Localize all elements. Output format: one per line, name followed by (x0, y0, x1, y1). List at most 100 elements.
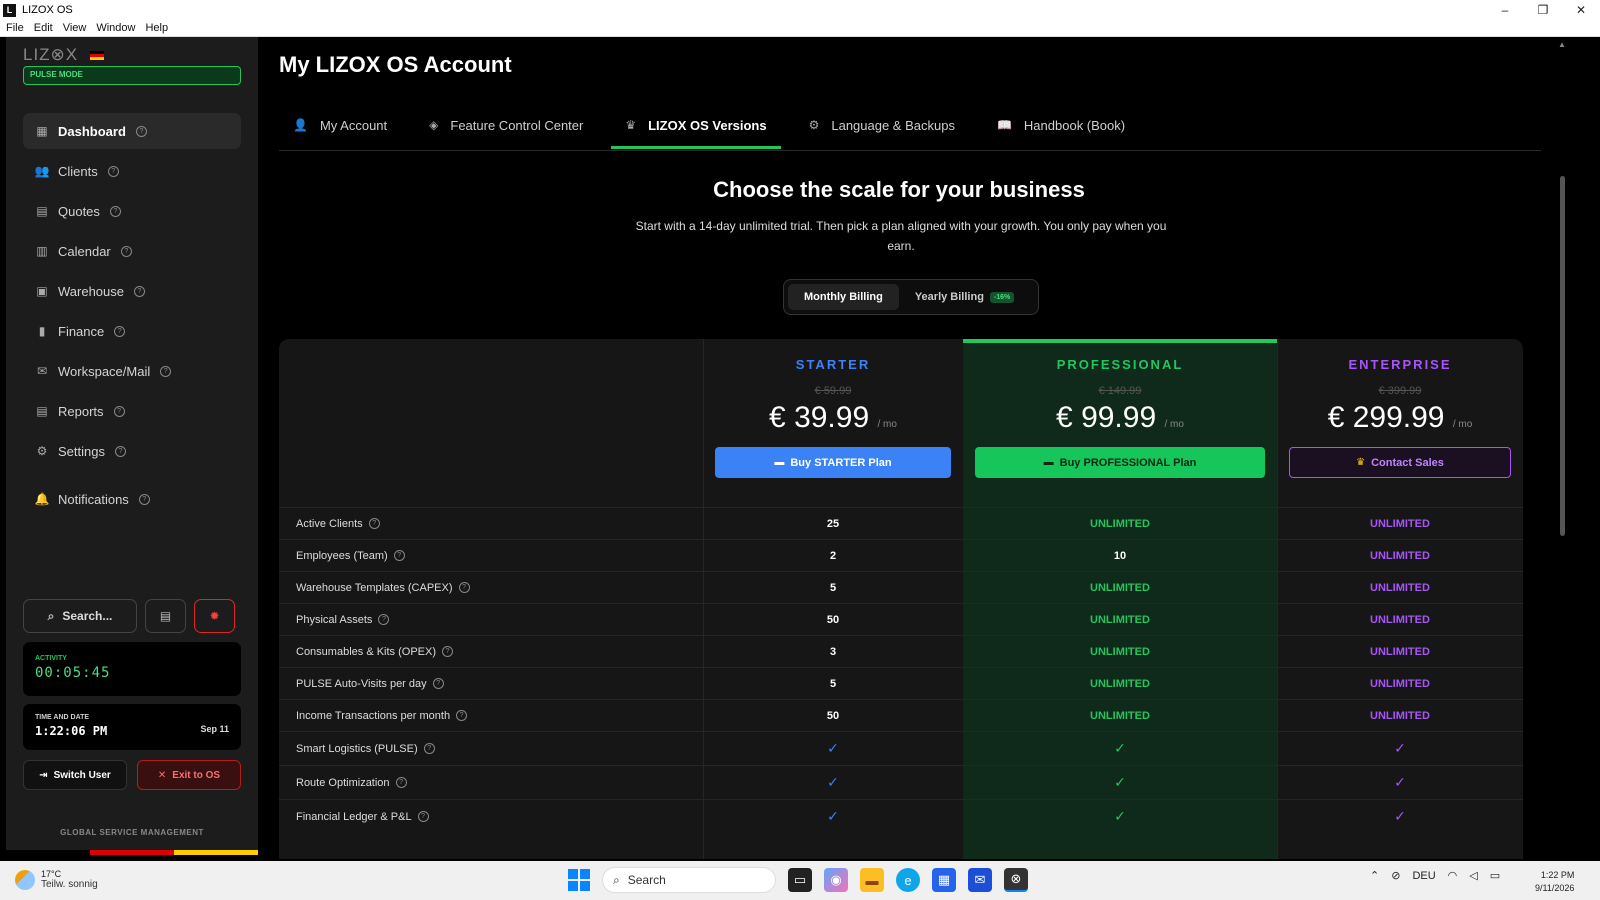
switch-user-button[interactable]: ⇥ Switch User (23, 760, 127, 790)
account-tabs: 👤 My Account ◈ Feature Control Center ♛ LIZOX… (279, 99, 1541, 151)
current-date: Sep 11 (200, 724, 229, 734)
network-off-icon[interactable]: ⊘ (1391, 869, 1400, 882)
help-icon[interactable]: ? (456, 710, 468, 721)
sidebar-item-settings[interactable]: ⚙ Settings? (23, 433, 241, 469)
sidebar-item-finance[interactable]: ▮ Finance? (23, 313, 241, 349)
battery-icon[interactable]: ▭ (1490, 869, 1500, 882)
chevron-up-icon[interactable]: ⌃ (1370, 869, 1379, 882)
help-icon[interactable]: ? (135, 125, 147, 137)
sidebar-item-reports[interactable]: ▤ Reports? (23, 393, 241, 429)
tab-language-backups[interactable]: ⚙ Language & Backups (795, 99, 969, 151)
grid-icon: ▦ (36, 124, 48, 138)
help-icon[interactable]: ? (138, 493, 150, 505)
sidebar-item-quotes[interactable]: ▤ Quotes? (23, 193, 241, 229)
file-explorer-icon[interactable]: ▬ (860, 868, 884, 892)
help-icon[interactable]: ? (113, 405, 125, 417)
scrollbar-thumb[interactable] (1560, 176, 1565, 536)
tab-lizox-os-versions[interactable]: ♛ LIZOX OS Versions (611, 99, 781, 151)
feature-value: 50 (826, 709, 840, 722)
table-row: Warehouse Templates (CAPEX)? 5 UNLIMITED UN… (279, 571, 1523, 603)
sidebar-item-notifications[interactable]: 🔔 Notifications? (23, 481, 241, 517)
table-row: Active Clients? 25 UNLIMITED UNLIMITED (279, 507, 1523, 539)
table-row: Financial Ledger & P&L? ✓ ✓ ✓ (279, 799, 1523, 833)
table-row: Consumables & Kits (OPEX)? 3 UNLIMITED UNLI… (279, 635, 1523, 667)
help-icon[interactable]: ? (114, 325, 126, 337)
german-flag-icon[interactable] (90, 50, 105, 60)
copilot-icon[interactable]: ◉ (824, 868, 848, 892)
taskbar-search[interactable]: ⌕ Search (602, 867, 776, 893)
close-icon[interactable]: ✕ (1562, 3, 1600, 17)
help-icon[interactable]: ? (417, 811, 429, 822)
help-icon[interactable]: ? (395, 777, 407, 788)
feature-name: Active Clients? (296, 518, 380, 530)
buy-starter-button[interactable]: ▬ Buy STARTER Plan (715, 447, 951, 478)
sidebar-item-warehouse[interactable]: ▣ Warehouse? (23, 273, 241, 309)
volume-icon[interactable]: ◁ (1469, 869, 1477, 882)
price-value: € 299.99 (1327, 401, 1445, 434)
menu-file[interactable]: File (6, 22, 24, 34)
maximize-icon[interactable]: ❐ (1524, 3, 1562, 17)
wifi-icon[interactable]: ◠ (1448, 869, 1458, 882)
feature-value: 2 (829, 549, 837, 562)
document-button[interactable]: ▤ (145, 599, 186, 633)
store-icon[interactable]: ▦ (932, 868, 956, 892)
menu-edit[interactable]: Edit (34, 22, 53, 34)
help-icon[interactable]: ? (458, 582, 470, 593)
task-view-icon[interactable]: ▭ (788, 868, 812, 892)
table-row: PULSE Auto-Visits per day? 5 UNLIMITED UNLI… (279, 667, 1523, 699)
minimize-icon[interactable]: – (1486, 3, 1524, 17)
language-indicator[interactable]: DEU (1412, 870, 1435, 882)
tab-label: Handbook (Book) (1023, 117, 1126, 133)
pulse-mode-badge[interactable]: PULSE MODE (23, 66, 241, 85)
edge-browser-icon[interactable]: e (896, 868, 920, 892)
menu-window[interactable]: Window (96, 22, 135, 34)
taskbar-clock[interactable]: 1:22 PM 9/11/2026 (1535, 869, 1574, 895)
lizox-app-icon[interactable]: ⊗ (1004, 868, 1028, 892)
sidebar-item-calendar[interactable]: ▥ Calendar? (23, 233, 241, 269)
feature-value: UNLIMITED (1090, 613, 1150, 626)
help-icon[interactable]: ? (160, 365, 172, 377)
plan-old-price: € 399.99 (1378, 385, 1422, 397)
search-label: Search... (62, 609, 113, 623)
windows-start-icon[interactable] (568, 869, 590, 891)
help-icon[interactable]: ? (109, 205, 121, 217)
help-icon[interactable]: ? (368, 518, 380, 529)
help-icon[interactable]: ? (107, 165, 119, 177)
bug-report-button[interactable]: ✹ (194, 599, 235, 633)
tab-handbook-book[interactable]: 📖 Handbook (Book) (983, 99, 1139, 151)
menu-view[interactable]: View (63, 22, 87, 34)
help-icon[interactable]: ? (378, 614, 390, 625)
exit-to-os-button[interactable]: ✕ Exit to OS (137, 760, 241, 790)
help-icon[interactable]: ? (134, 285, 145, 297)
contact-sales-button[interactable]: ♛ Contact Sales (1289, 447, 1511, 478)
monthly-billing-option[interactable]: Monthly Billing (788, 284, 899, 310)
sidebar-nav: ▦ Dashboard? 👥 Clients? ▤ Quotes? ▥ Calendar? ▣ W… (23, 113, 241, 521)
yearly-billing-option[interactable]: Yearly Billing -16% (899, 284, 1030, 310)
sidebar-item-workspace-mail[interactable]: ✉ Workspace/Mail? (23, 353, 241, 389)
feature-name: Route Optimization? (296, 777, 407, 789)
help-icon[interactable]: ? (114, 445, 126, 457)
activity-label: ACTIVITY (35, 655, 67, 662)
help-icon[interactable]: ? (120, 245, 132, 257)
tab-feature-control-center[interactable]: ◈ Feature Control Center (415, 99, 597, 151)
bell-icon: 🔔 (34, 492, 50, 506)
search-button[interactable]: ⌕ Search... (23, 599, 137, 633)
buy-professional-button[interactable]: ▬ Buy PROFESSIONAL Plan (975, 447, 1265, 478)
sidebar-item-dashboard[interactable]: ▦ Dashboard? (23, 113, 241, 149)
layers-icon: ◈ (429, 118, 439, 132)
feature-value: 10 (1113, 549, 1127, 562)
tab-my-account[interactable]: 👤 My Account (279, 99, 401, 151)
outlook-icon[interactable]: ✉ (968, 868, 992, 892)
feature-value: UNLIMITED (1370, 709, 1430, 722)
help-icon[interactable]: ? (393, 550, 405, 561)
menu-help[interactable]: Help (145, 22, 168, 34)
weather-widget[interactable]: 17°C Teilw. sonnig (15, 869, 98, 890)
scroll-up-icon[interactable]: ▲ (1557, 40, 1567, 50)
price-value: € 39.99 (769, 401, 870, 434)
sidebar-item-clients[interactable]: 👥 Clients? (23, 153, 241, 189)
help-icon[interactable]: ? (423, 743, 435, 754)
help-icon[interactable]: ? (442, 646, 453, 657)
tab-label: Feature Control Center (450, 117, 584, 133)
help-icon[interactable]: ? (432, 678, 444, 689)
feature-value: 3 (829, 645, 837, 658)
